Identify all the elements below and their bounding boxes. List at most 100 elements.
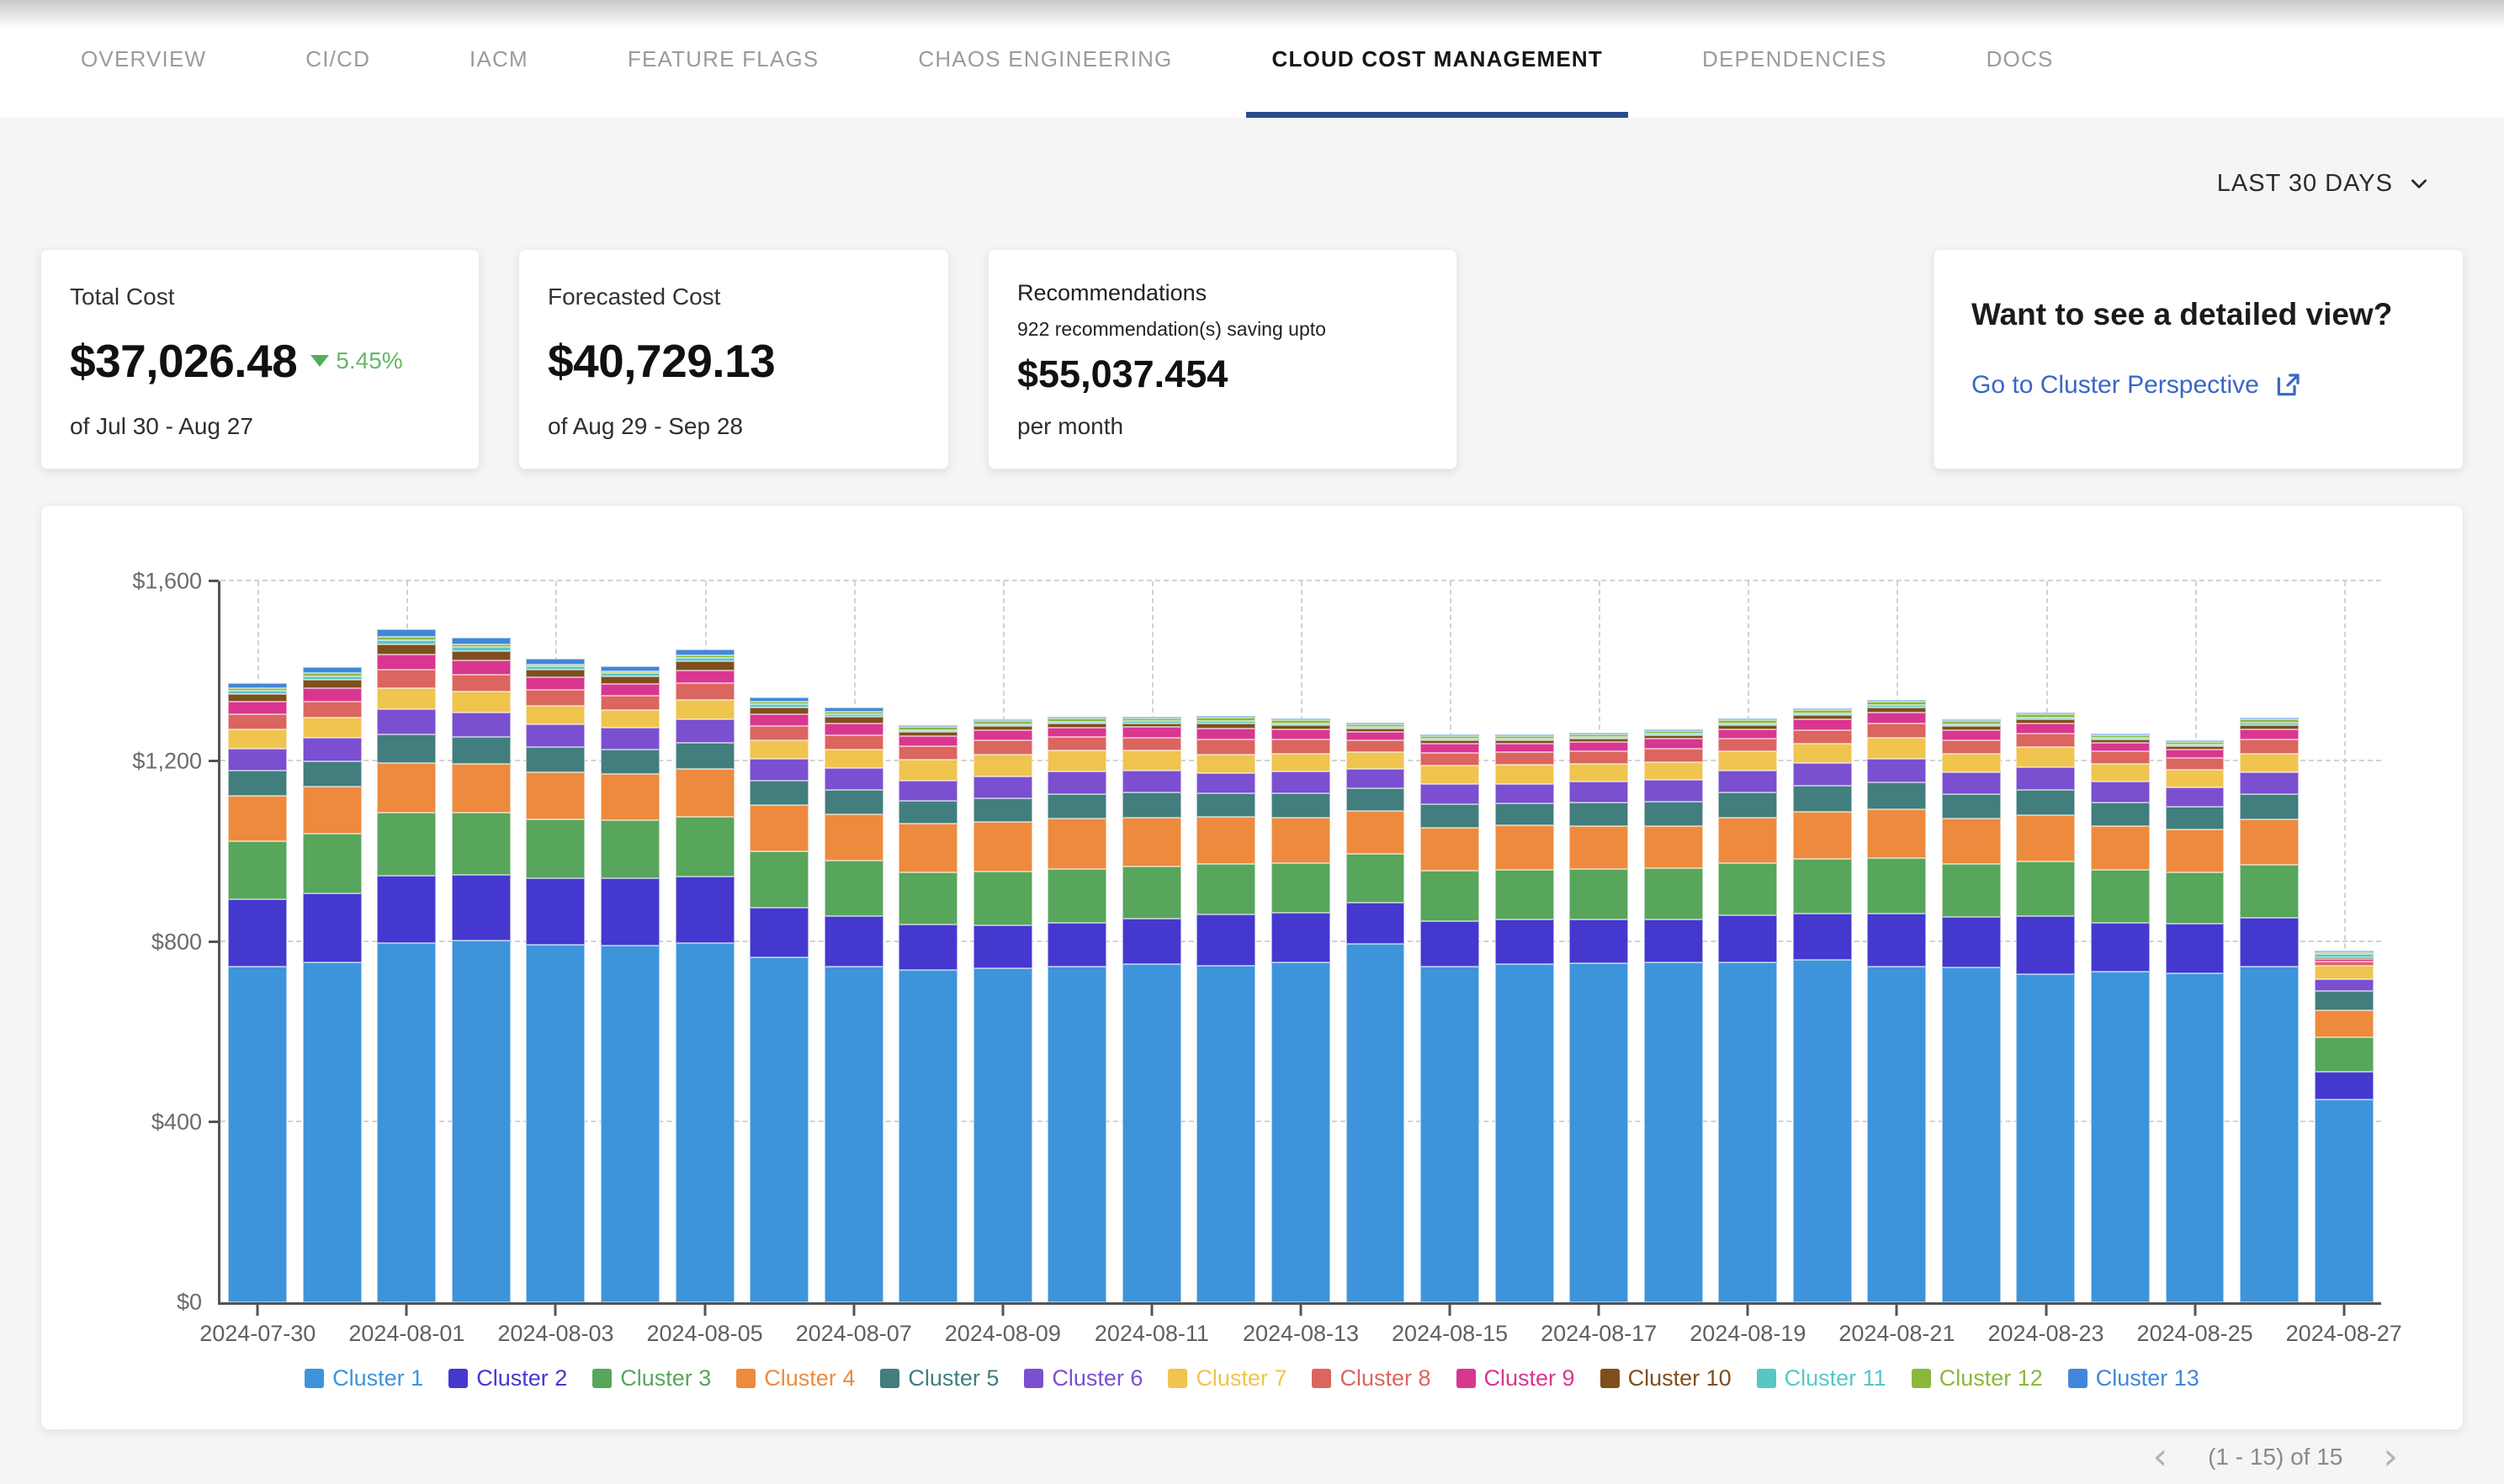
bar-segment-cluster-7[interactable] xyxy=(1196,755,1255,774)
stacked-bar-2024-08-21[interactable] xyxy=(1867,700,1926,1302)
bar-segment-cluster-8[interactable] xyxy=(1644,749,1703,762)
bar-segment-cluster-1[interactable] xyxy=(2016,974,2075,1302)
bar-segment-cluster-6[interactable] xyxy=(303,738,362,761)
bar-segment-cluster-7[interactable] xyxy=(1569,764,1628,782)
bar-segment-cluster-6[interactable] xyxy=(1569,782,1628,802)
bar-segment-cluster-6[interactable] xyxy=(2315,979,2374,991)
bar-segment-cluster-7[interactable] xyxy=(750,740,809,759)
bar-segment-cluster-9[interactable] xyxy=(1495,744,1554,753)
stacked-bar-2024-08-08[interactable] xyxy=(899,725,958,1302)
bar-segment-cluster-1[interactable] xyxy=(1346,944,1405,1302)
bar-segment-cluster-3[interactable] xyxy=(1644,868,1703,920)
bar-segment-cluster-3[interactable] xyxy=(1271,863,1330,913)
bar-segment-cluster-6[interactable] xyxy=(1122,771,1181,792)
nav-tab-cloud-cost-management[interactable]: CLOUD COST MANAGEMENT xyxy=(1271,0,1603,118)
legend-item-cluster-6[interactable]: Cluster 6 xyxy=(1024,1365,1143,1391)
bar-segment-cluster-5[interactable] xyxy=(1942,794,2001,819)
bar-segment-cluster-4[interactable] xyxy=(1718,818,1777,863)
bar-segment-cluster-3[interactable] xyxy=(1569,869,1628,920)
bar-segment-cluster-5[interactable] xyxy=(1420,804,1479,828)
bar-segment-cluster-3[interactable] xyxy=(676,817,735,877)
bar-segment-cluster-8[interactable] xyxy=(973,740,1032,755)
stacked-bar-2024-08-27[interactable] xyxy=(2315,951,2374,1302)
bar-segment-cluster-3[interactable] xyxy=(2016,861,2075,916)
bar-segment-cluster-7[interactable] xyxy=(303,718,362,738)
bar-segment-cluster-5[interactable] xyxy=(2091,803,2150,826)
bar-segment-cluster-1[interactable] xyxy=(1569,963,1628,1302)
bar-segment-cluster-4[interactable] xyxy=(452,764,511,813)
bar-segment-cluster-1[interactable] xyxy=(899,970,958,1302)
bar-segment-cluster-4[interactable] xyxy=(228,796,287,841)
bar-segment-cluster-2[interactable] xyxy=(825,916,883,967)
bar-segment-cluster-5[interactable] xyxy=(1271,793,1330,818)
bar-segment-cluster-1[interactable] xyxy=(1793,960,1852,1302)
bar-segment-cluster-4[interactable] xyxy=(1122,818,1181,867)
bar-segment-cluster-5[interactable] xyxy=(2240,794,2299,819)
bar-segment-cluster-13[interactable] xyxy=(377,629,436,637)
bar-segment-cluster-8[interactable] xyxy=(1048,737,1106,750)
bar-segment-cluster-8[interactable] xyxy=(526,690,585,705)
bar-segment-cluster-8[interactable] xyxy=(1122,738,1181,751)
bar-segment-cluster-2[interactable] xyxy=(2091,923,2150,972)
bar-segment-cluster-6[interactable] xyxy=(1271,771,1330,793)
bar-segment-cluster-10[interactable] xyxy=(228,694,287,702)
bar-segment-cluster-3[interactable] xyxy=(1495,870,1554,920)
bar-segment-cluster-2[interactable] xyxy=(1942,917,2001,967)
bar-segment-cluster-1[interactable] xyxy=(1196,966,1255,1302)
bar-segment-cluster-3[interactable] xyxy=(1048,869,1106,922)
bar-segment-cluster-6[interactable] xyxy=(1718,771,1777,792)
bar-segment-cluster-6[interactable] xyxy=(1196,773,1255,793)
bar-segment-cluster-4[interactable] xyxy=(601,774,660,820)
bar-segment-cluster-4[interactable] xyxy=(750,805,809,851)
stacked-bar-2024-08-25[interactable] xyxy=(2166,740,2225,1302)
bar-segment-cluster-6[interactable] xyxy=(1942,772,2001,794)
bar-segment-cluster-5[interactable] xyxy=(825,790,883,814)
bar-segment-cluster-6[interactable] xyxy=(750,759,809,781)
bar-segment-cluster-2[interactable] xyxy=(2166,924,2225,973)
bar-segment-cluster-8[interactable] xyxy=(825,735,883,750)
bar-segment-cluster-7[interactable] xyxy=(1271,754,1330,772)
bar-segment-cluster-3[interactable] xyxy=(452,813,511,874)
stacked-bar-2024-07-30[interactable] xyxy=(228,683,287,1302)
bar-segment-cluster-5[interactable] xyxy=(1048,794,1106,819)
cluster-perspective-link[interactable]: Go to Cluster Perspective xyxy=(1971,371,2426,400)
bar-segment-cluster-7[interactable] xyxy=(1644,762,1703,779)
legend-item-cluster-11[interactable]: Cluster 11 xyxy=(1757,1365,1886,1391)
bar-segment-cluster-7[interactable] xyxy=(2091,764,2150,782)
bar-segment-cluster-3[interactable] xyxy=(1196,864,1255,914)
bar-segment-cluster-1[interactable] xyxy=(601,946,660,1302)
bar-segment-cluster-7[interactable] xyxy=(377,688,436,710)
bar-segment-cluster-9[interactable] xyxy=(2240,729,2299,739)
bar-segment-cluster-10[interactable] xyxy=(750,708,809,715)
bar-segment-cluster-1[interactable] xyxy=(825,967,883,1302)
bar-segment-cluster-8[interactable] xyxy=(750,726,809,740)
bar-segment-cluster-4[interactable] xyxy=(1048,819,1106,869)
legend-item-cluster-2[interactable]: Cluster 2 xyxy=(448,1365,567,1391)
bar-segment-cluster-5[interactable] xyxy=(1346,788,1405,811)
bar-segment-cluster-5[interactable] xyxy=(1495,803,1554,826)
bar-segment-cluster-10[interactable] xyxy=(601,676,660,684)
bar-segment-cluster-8[interactable] xyxy=(1718,739,1777,752)
bar-segment-cluster-2[interactable] xyxy=(1346,903,1405,944)
nav-tab-feature-flags[interactable]: FEATURE FLAGS xyxy=(628,0,820,118)
bar-segment-cluster-2[interactable] xyxy=(452,875,511,941)
bar-segment-cluster-1[interactable] xyxy=(973,968,1032,1302)
bar-segment-cluster-9[interactable] xyxy=(2091,743,2150,752)
bar-segment-cluster-4[interactable] xyxy=(1644,826,1703,869)
bar-segment-cluster-7[interactable] xyxy=(2166,770,2225,787)
legend-item-cluster-1[interactable]: Cluster 1 xyxy=(305,1365,423,1391)
bar-segment-cluster-4[interactable] xyxy=(676,769,735,817)
bar-segment-cluster-7[interactable] xyxy=(228,729,287,749)
bar-segment-cluster-8[interactable] xyxy=(899,746,958,760)
bar-segment-cluster-9[interactable] xyxy=(1644,739,1703,749)
bar-segment-cluster-2[interactable] xyxy=(2016,916,2075,974)
bar-segment-cluster-6[interactable] xyxy=(452,713,511,737)
bar-segment-cluster-5[interactable] xyxy=(973,798,1032,822)
bar-segment-cluster-3[interactable] xyxy=(825,861,883,916)
bar-segment-cluster-1[interactable] xyxy=(1271,962,1330,1302)
bar-segment-cluster-5[interactable] xyxy=(750,781,809,805)
stacked-bar-2024-08-20[interactable] xyxy=(1793,708,1852,1302)
bar-segment-cluster-1[interactable] xyxy=(676,943,735,1302)
bar-segment-cluster-9[interactable] xyxy=(1718,729,1777,739)
bar-segment-cluster-4[interactable] xyxy=(899,824,958,872)
